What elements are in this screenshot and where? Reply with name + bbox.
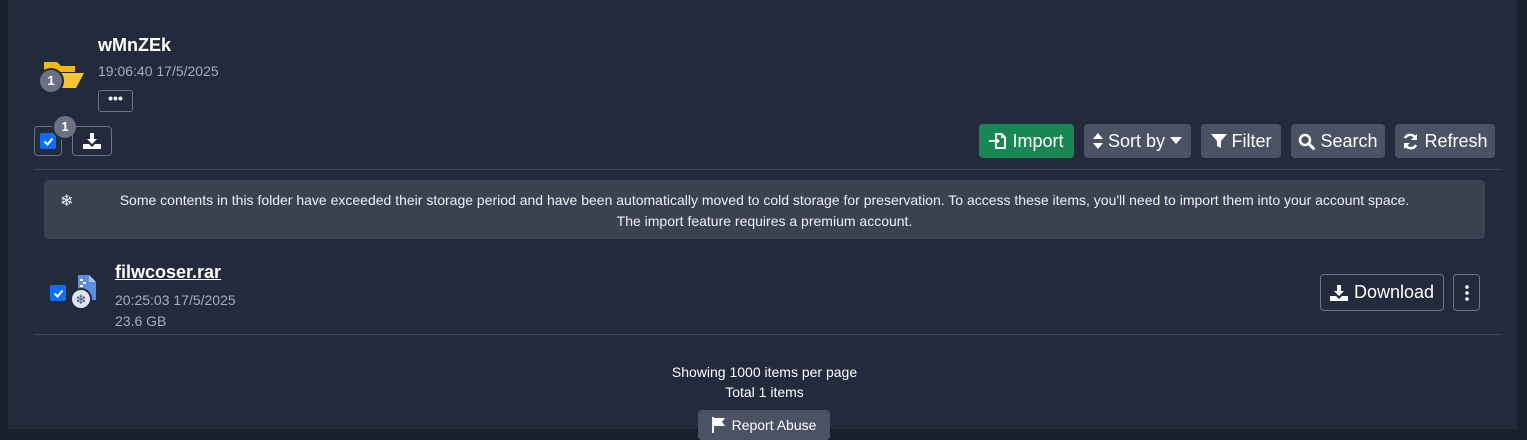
flag-icon (711, 417, 725, 433)
total-items-text: Total 1 items (725, 384, 804, 400)
refresh-label: Refresh (1424, 130, 1488, 151)
frozen-file-icon: ❄ (70, 274, 100, 310)
file-row-divider (34, 334, 1501, 335)
folder-date: 19:06:40 17/5/2025 (98, 63, 219, 79)
sort-by-button[interactable]: Sort by (1084, 124, 1191, 158)
download-label: Download (1353, 282, 1435, 302)
checkbox-checked (40, 133, 56, 149)
file-more-button[interactable] (1453, 274, 1480, 311)
filter-button[interactable]: Filter (1201, 124, 1281, 158)
check-icon (53, 289, 63, 298)
import-button[interactable]: Import (979, 124, 1074, 158)
check-icon (43, 137, 53, 146)
import-label: Import (1012, 130, 1064, 151)
folder-panel: 1 wMnZEk 19:06:40 17/5/2025 ••• 1 Import… (8, 0, 1517, 440)
folder-count-badge: 1 (38, 68, 64, 94)
folder-more-button[interactable]: ••• (98, 90, 133, 112)
vertical-ellipsis-icon (1464, 284, 1469, 301)
cold-storage-notice: ❄ Some contents in this folder have exce… (44, 180, 1485, 239)
report-abuse-button[interactable]: Report Abuse (698, 410, 830, 440)
sort-by-label: Sort by (1107, 130, 1166, 151)
toolbar-divider (34, 169, 1501, 170)
file-name-link[interactable]: filwcoser.rar (115, 262, 221, 283)
search-label: Search (1320, 130, 1378, 151)
file-size: 23.6 GB (115, 313, 167, 329)
notice-line-2: The import feature requires a premium ac… (616, 213, 913, 229)
folder-icon: 1 (38, 54, 86, 94)
caret-down-icon (1170, 137, 1183, 144)
file-checkbox[interactable] (50, 285, 66, 301)
search-icon (1299, 133, 1316, 150)
refresh-button[interactable]: Refresh (1395, 124, 1495, 158)
filter-label: Filter (1231, 130, 1272, 151)
sort-icon (1092, 133, 1103, 149)
notice-line-1: Some contents in this folder have exceed… (119, 192, 1410, 208)
file-download-button[interactable]: Download (1320, 274, 1444, 311)
filter-icon (1210, 134, 1227, 148)
folder-title: wMnZEk (98, 35, 172, 55)
refresh-icon (1404, 133, 1418, 149)
download-icon (83, 133, 101, 149)
download-icon (1329, 284, 1348, 301)
file-date: 20:25:03 17/5/2025 (115, 292, 236, 308)
svg-text:❄: ❄ (76, 293, 87, 308)
file-import-icon (989, 133, 1007, 149)
search-button[interactable]: Search (1291, 124, 1385, 158)
bulk-download-button[interactable] (72, 126, 112, 156)
items-per-page-text: Showing 1000 items per page (671, 364, 858, 380)
report-abuse-label: Report Abuse (731, 417, 817, 433)
